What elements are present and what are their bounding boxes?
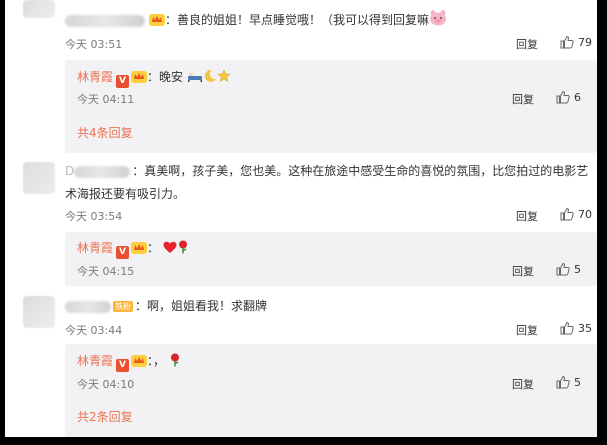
thumb-up-icon bbox=[556, 90, 570, 104]
crown-icon bbox=[149, 13, 165, 26]
like-button[interactable]: 79 bbox=[560, 35, 592, 49]
comment-text: 铁粉 ：啊，姐姐看我！求翻牌 bbox=[65, 298, 267, 314]
reply-text: 林青霞 V： bbox=[77, 240, 189, 259]
reply-box: 林青霞 V： 今天 04:15 回复 5 bbox=[65, 232, 597, 286]
reply-button[interactable]: 回复 bbox=[512, 376, 534, 392]
sleeping-bed-icon bbox=[187, 69, 203, 87]
reply-author[interactable]: 林青霞 bbox=[77, 354, 113, 368]
pig-emoji-icon bbox=[429, 10, 447, 30]
like-button[interactable]: 6 bbox=[556, 90, 581, 104]
like-count: 5 bbox=[574, 262, 581, 276]
like-button[interactable]: 35 bbox=[560, 321, 592, 335]
thumb-up-icon bbox=[556, 262, 570, 276]
like-count: 6 bbox=[574, 90, 581, 104]
verified-badge-icon: V bbox=[116, 246, 130, 259]
moon-icon bbox=[203, 69, 217, 87]
thumb-up-icon bbox=[560, 321, 574, 335]
reply-box: 林青霞 V ：晚安 今天 04:11 回复 6 共4条回复 bbox=[65, 60, 597, 153]
reply-button[interactable]: 回复 bbox=[512, 263, 534, 279]
user-name[interactable] bbox=[65, 300, 111, 313]
avatar[interactable] bbox=[23, 296, 55, 328]
reply-time: 今天 04:10 bbox=[77, 378, 135, 391]
user-name-partial[interactable]: D bbox=[65, 164, 74, 178]
verified-badge-icon: V bbox=[116, 359, 130, 372]
like-count: 5 bbox=[574, 375, 581, 389]
comment-time: 今天 03:54 bbox=[65, 210, 123, 223]
reply-time: 今天 04:15 bbox=[77, 265, 135, 278]
comment-time: 今天 03:44 bbox=[65, 324, 123, 337]
thumb-up-icon bbox=[560, 35, 574, 49]
user-name[interactable] bbox=[74, 165, 131, 178]
comment-text-line2: 术海报还要有吸引力。 bbox=[65, 187, 186, 201]
verified-badge-icon: V bbox=[116, 75, 130, 88]
reply-author[interactable]: 林青霞 bbox=[77, 70, 113, 84]
rose-icon bbox=[177, 240, 189, 258]
user-name[interactable] bbox=[65, 14, 145, 27]
reply-button[interactable]: 回复 bbox=[512, 91, 534, 107]
reply-author[interactable]: 林青霞 bbox=[77, 241, 113, 255]
thumb-up-icon bbox=[560, 207, 574, 221]
heart-icon bbox=[163, 241, 177, 258]
crown-icon bbox=[131, 354, 148, 367]
crown-icon bbox=[131, 241, 148, 254]
crown-icon bbox=[131, 70, 148, 83]
fan-badge: 铁粉 bbox=[113, 301, 133, 312]
reply-time: 今天 04:11 bbox=[77, 93, 135, 106]
thumb-up-icon bbox=[556, 375, 570, 389]
comment-text: D ：真美啊，孩子美，您也美。这种在旅途中感受生命的喜悦的氛围，比您拍过的电影艺 bbox=[65, 164, 589, 178]
avatar[interactable] bbox=[23, 0, 55, 18]
reply-text: 林青霞 V：， bbox=[77, 353, 181, 372]
like-button[interactable]: 5 bbox=[556, 262, 581, 276]
like-button[interactable]: 70 bbox=[560, 207, 592, 221]
rose-icon bbox=[169, 353, 181, 371]
comment-text: ：善良的姐姐！早点睡觉哦！（我可以得到回复嘛 bbox=[65, 10, 447, 30]
reply-button[interactable]: 回复 bbox=[516, 322, 538, 338]
like-count: 35 bbox=[578, 321, 592, 335]
like-count: 70 bbox=[578, 207, 592, 221]
reply-button[interactable]: 回复 bbox=[516, 36, 538, 52]
comment-time: 今天 03:51 bbox=[65, 38, 123, 51]
reply-text: 林青霞 V ：晚安 bbox=[77, 69, 231, 88]
like-count: 79 bbox=[578, 35, 592, 49]
like-button[interactable]: 5 bbox=[556, 375, 581, 389]
avatar[interactable] bbox=[23, 162, 55, 194]
comment-list-panel: ：善良的姐姐！早点睡觉哦！（我可以得到回复嘛 今天 03:51 回复 79 林青… bbox=[5, 0, 597, 437]
more-replies-link[interactable]: 共4条回复 bbox=[77, 124, 133, 141]
reply-box: 林青霞 V：， 今天 04:10 回复 5 共2条回复 bbox=[65, 344, 597, 437]
more-replies-link[interactable]: 共2条回复 bbox=[77, 408, 133, 425]
reply-button[interactable]: 回复 bbox=[516, 208, 538, 224]
star-icon bbox=[217, 69, 231, 87]
